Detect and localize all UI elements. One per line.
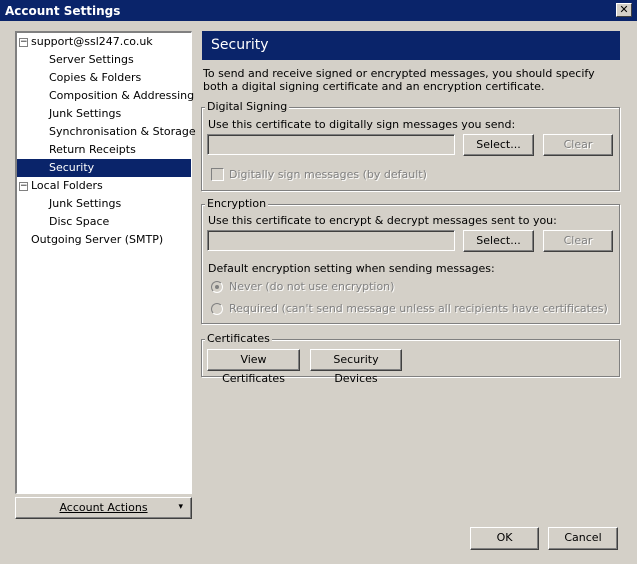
tree-item-outgoing-server[interactable]: Outgoing Server (SMTP) xyxy=(31,231,163,249)
tree-item-local-folders[interactable]: Local Folders xyxy=(31,177,103,195)
encryption-clear-button[interactable]: Clear xyxy=(543,230,613,252)
radio-never-label: Never (do not use encryption) xyxy=(229,280,395,293)
collapse-icon[interactable]: − xyxy=(19,182,28,191)
tree-item-junk-settings[interactable]: Junk Settings xyxy=(49,105,121,123)
radio-required[interactable] xyxy=(211,303,223,315)
radio-never[interactable] xyxy=(211,281,223,293)
view-certificates-button[interactable]: View Certificates xyxy=(207,349,300,385)
account-actions-button[interactable]: Account Actions ▾ xyxy=(15,497,192,519)
encryption-instruction: Use this certificate to encrypt & decryp… xyxy=(208,214,557,227)
signing-clear-button[interactable]: Clear xyxy=(543,134,613,156)
sign-by-default-checkbox[interactable] xyxy=(211,168,224,181)
signing-certificate-field[interactable] xyxy=(207,134,455,155)
close-icon[interactable]: ✕ xyxy=(616,3,632,17)
dropdown-arrow-icon: ▾ xyxy=(178,502,183,512)
tree-item-local-junk-settings[interactable]: Junk Settings xyxy=(49,195,121,213)
encryption-select-button[interactable]: Select... xyxy=(463,230,534,252)
default-encryption-label: Default encryption setting when sending … xyxy=(208,262,495,275)
collapse-icon[interactable]: − xyxy=(19,38,28,47)
tree-item-server-settings[interactable]: Server Settings xyxy=(49,51,134,69)
digital-signing-legend: Digital Signing xyxy=(205,100,290,113)
ok-button[interactable]: OK xyxy=(470,527,539,550)
security-devices-button[interactable]: Security Devices xyxy=(310,349,402,385)
encryption-legend: Encryption xyxy=(205,197,269,210)
title-bar: Account Settings ✕ xyxy=(0,0,637,22)
window-title: Account Settings xyxy=(5,3,121,18)
sign-by-default-label: Digitally sign messages (by default) xyxy=(229,168,427,181)
certificates-legend: Certificates xyxy=(205,332,272,345)
page-title: Security xyxy=(202,31,620,60)
cancel-button[interactable]: Cancel xyxy=(548,527,618,550)
account-actions-label: Account Actions xyxy=(59,501,148,514)
tree-item-return-receipts[interactable]: Return Receipts xyxy=(49,141,136,159)
tree-item-account[interactable]: support@ssl247.co.uk xyxy=(31,33,153,51)
account-tree[interactable]: − support@ssl247.co.uk Server Settings C… xyxy=(14,30,196,495)
signing-select-button[interactable]: Select... xyxy=(463,134,534,156)
tree-item-copies-folders[interactable]: Copies & Folders xyxy=(49,69,141,87)
signing-instruction: Use this certificate to digitally sign m… xyxy=(208,118,516,131)
tree-item-composition[interactable]: Composition & Addressing xyxy=(49,87,194,105)
tree-item-synchronisation[interactable]: Synchronisation & Storage xyxy=(49,123,196,141)
security-description: To send and receive signed or encrypted … xyxy=(203,67,595,93)
tree-item-security[interactable]: Security xyxy=(17,159,191,177)
tree-item-disc-space[interactable]: Disc Space xyxy=(49,213,109,231)
encryption-certificate-field[interactable] xyxy=(207,230,455,251)
radio-required-label: Required (can't send message unless all … xyxy=(229,302,608,315)
